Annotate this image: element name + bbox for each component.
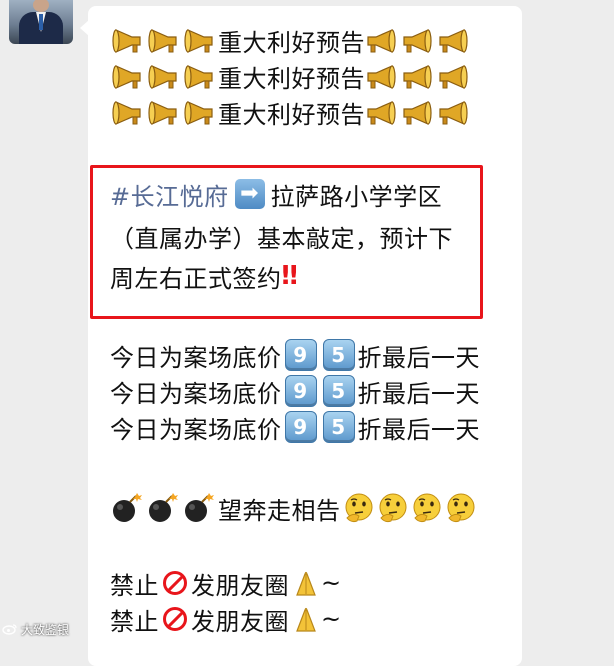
praying-hands-icon [296,607,316,632]
headline-text: 重大利好预告 [218,100,365,129]
no-share-tilde: ~ [321,605,342,633]
hashtag-link[interactable]: #长江悦府 [110,177,229,212]
megaphone-icon [112,64,141,89]
megaphone-icon [439,64,468,89]
headline-line: 重大利好预告 [110,58,473,94]
keycap-digit-icon: 5 [322,339,355,371]
thinking-face-icon [379,493,406,523]
headline-text: 重大利好预告 [218,28,365,57]
keycap-digit-icon: 9 [284,411,317,443]
prohibited-icon [163,571,187,595]
bomb-icon [149,493,178,522]
keycap-digit-icon: 9 [284,339,317,371]
megaphone-icon [184,100,213,125]
watermark-text: 大致鉴银 [21,622,70,637]
megaphone-icon [403,28,432,53]
no-share-prefix: 禁止 [110,571,159,600]
headline-text: 重大利好预告 [218,64,365,93]
headline-line: 重大利好预告 [110,22,473,58]
keycap-digit-icon: 9 [284,375,317,407]
bomb-icon [185,493,214,522]
news-line: 望奔走相告 [110,490,477,526]
discount-suffix: 折最后一天 [357,415,480,444]
megaphone-icon [439,28,468,53]
weibo-logo-icon [2,624,17,635]
thinking-face-icon [345,493,372,523]
announcement-line2-text: （直属办学）基本敲定，预计下 [110,224,453,253]
keycap-digit-icon: 5 [322,411,355,443]
megaphone-icon [148,100,177,125]
headline-line: 重大利好预告 [110,94,473,130]
announcement-line3-text: 周左右正式签约 [110,264,282,293]
megaphone-icon [184,28,213,53]
no-share-line: 禁止 发朋友圈 ~ [110,601,342,637]
news-text: 望奔走相告 [218,496,341,525]
discount-line: 今日为案场底价 9 5 折最后一天 [110,373,480,409]
thinking-face-icon [413,493,440,523]
thinking-face-icon [447,493,474,523]
keycap-digit-icon: 5 [322,375,355,407]
discount-suffix: 折最后一天 [357,343,480,372]
discount-line: 今日为案场底价 9 5 折最后一天 [110,409,480,445]
megaphone-icon [367,64,396,89]
megaphone-icon [439,100,468,125]
megaphone-icon [112,28,141,53]
right-arrow-icon: ➡ [234,179,265,209]
megaphone-icon [184,64,213,89]
no-share-tilde: ~ [321,569,342,597]
megaphone-icon [148,64,177,89]
no-share-prefix: 禁止 [110,607,159,636]
sender-avatar[interactable] [9,0,73,44]
discount-prefix: 今日为案场底价 [110,343,282,372]
discount-suffix: 折最后一天 [357,379,480,408]
megaphone-icon [148,28,177,53]
no-share-suffix: 发朋友圈 [191,607,289,636]
discount-prefix: 今日为案场底价 [110,379,282,408]
megaphone-icon [367,28,396,53]
prohibited-icon [163,607,187,631]
announcement-line1-text: 拉萨路小学学区 [270,182,443,211]
watermark: 大致鉴银 [2,620,69,638]
megaphone-icon [403,100,432,125]
bomb-icon [113,493,142,522]
discount-prefix: 今日为案场底价 [110,415,282,444]
megaphone-icon [403,64,432,89]
no-share-suffix: 发朋友圈 [191,571,289,600]
praying-hands-icon [296,571,316,596]
announcement-line-2: （直属办学）基本敲定，预计下 [110,218,453,254]
no-share-line: 禁止 发朋友圈 ~ [110,565,342,601]
double-exclamation-icon: ‼ [281,261,299,291]
megaphone-icon [112,100,141,125]
announcement-line-1: #长江悦府 ➡ 拉萨路小学学区 [110,176,442,212]
announcement-line-3: 周左右正式签约 ‼ [110,258,298,294]
discount-line: 今日为案场底价 9 5 折最后一天 [110,337,480,373]
megaphone-icon [367,100,396,125]
